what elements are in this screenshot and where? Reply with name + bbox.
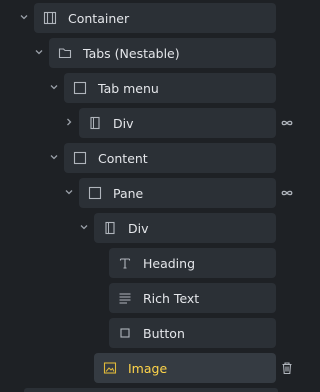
tree-node-label: Div xyxy=(128,220,149,236)
tree-node-image[interactable]: Image xyxy=(94,353,276,383)
div-icon xyxy=(103,221,117,235)
image-icon xyxy=(103,361,117,375)
tree-node-content[interactable]: Content xyxy=(64,143,276,173)
tree-node-button[interactable]: Button xyxy=(109,318,276,348)
chevron-down-icon[interactable] xyxy=(78,221,90,233)
chevron-down-icon[interactable] xyxy=(33,46,45,58)
tree-row-container[interactable]: Container xyxy=(0,3,298,33)
tree-row-rich-text[interactable]: Rich Text xyxy=(0,283,298,313)
container-icon xyxy=(43,11,57,25)
tree-node-pane[interactable]: Pane xyxy=(79,178,276,208)
tree-node-label: Rich Text xyxy=(143,290,200,306)
tree-node-label: Tabs (Nestable) xyxy=(83,45,180,61)
tree-node-label: Image xyxy=(128,360,168,376)
tree-node-div[interactable]: Div xyxy=(79,108,276,138)
tree-row-tab-menu[interactable]: Tab menu xyxy=(0,73,298,103)
chevron-down-icon[interactable] xyxy=(48,151,60,163)
link-icon[interactable] xyxy=(280,186,294,200)
tree-row-div-inner[interactable]: Div xyxy=(0,213,298,243)
square-icon xyxy=(73,81,87,95)
square-icon xyxy=(73,151,87,165)
square-icon xyxy=(88,186,102,200)
tree-node-label: Pane xyxy=(113,185,144,201)
tree-node-heading[interactable]: Heading xyxy=(109,248,276,278)
tree-node-label: Button xyxy=(143,325,185,341)
tree-node-label: Tab menu xyxy=(98,80,159,96)
chevron-down-icon[interactable] xyxy=(63,186,75,198)
tree-row-content[interactable]: Content xyxy=(0,143,298,173)
tree-node-label: Heading xyxy=(143,255,196,271)
trash-icon[interactable] xyxy=(280,361,294,375)
chevron-right-icon[interactable] xyxy=(63,116,75,128)
link-icon[interactable] xyxy=(280,116,294,130)
tree-node-rich-text[interactable]: Rich Text xyxy=(109,283,276,313)
heading-icon xyxy=(118,256,132,270)
tree-node-label: Content xyxy=(98,150,148,166)
tree-row-pane[interactable]: Pane xyxy=(0,178,298,208)
tree-node-label: Div xyxy=(113,115,134,131)
tree-node-div-inner[interactable]: Div xyxy=(94,213,276,243)
rich-text-icon xyxy=(118,291,132,305)
tree-row-tabs[interactable]: Tabs (Nestable) xyxy=(0,38,298,68)
tree-row-div[interactable]: Div xyxy=(0,108,298,138)
tree-node-label: Container xyxy=(68,10,130,26)
button-icon xyxy=(118,326,132,340)
div-icon xyxy=(88,116,102,130)
structure-tree: Container Tabs (Nestable) Tab menu Div C… xyxy=(0,0,298,392)
chevron-down-icon[interactable] xyxy=(48,81,60,93)
tree-node-tab-menu[interactable]: Tab menu xyxy=(64,73,276,103)
chevron-down-icon[interactable] xyxy=(18,11,30,23)
tree-row-image[interactable]: Image xyxy=(0,353,298,383)
folder-icon xyxy=(58,46,72,60)
tree-row-heading[interactable]: Heading xyxy=(0,248,298,278)
next-row-edge xyxy=(24,388,278,392)
tree-row-button[interactable]: Button xyxy=(0,318,298,348)
tree-node-tabs[interactable]: Tabs (Nestable) xyxy=(49,38,276,68)
tree-node-container[interactable]: Container xyxy=(34,3,276,33)
